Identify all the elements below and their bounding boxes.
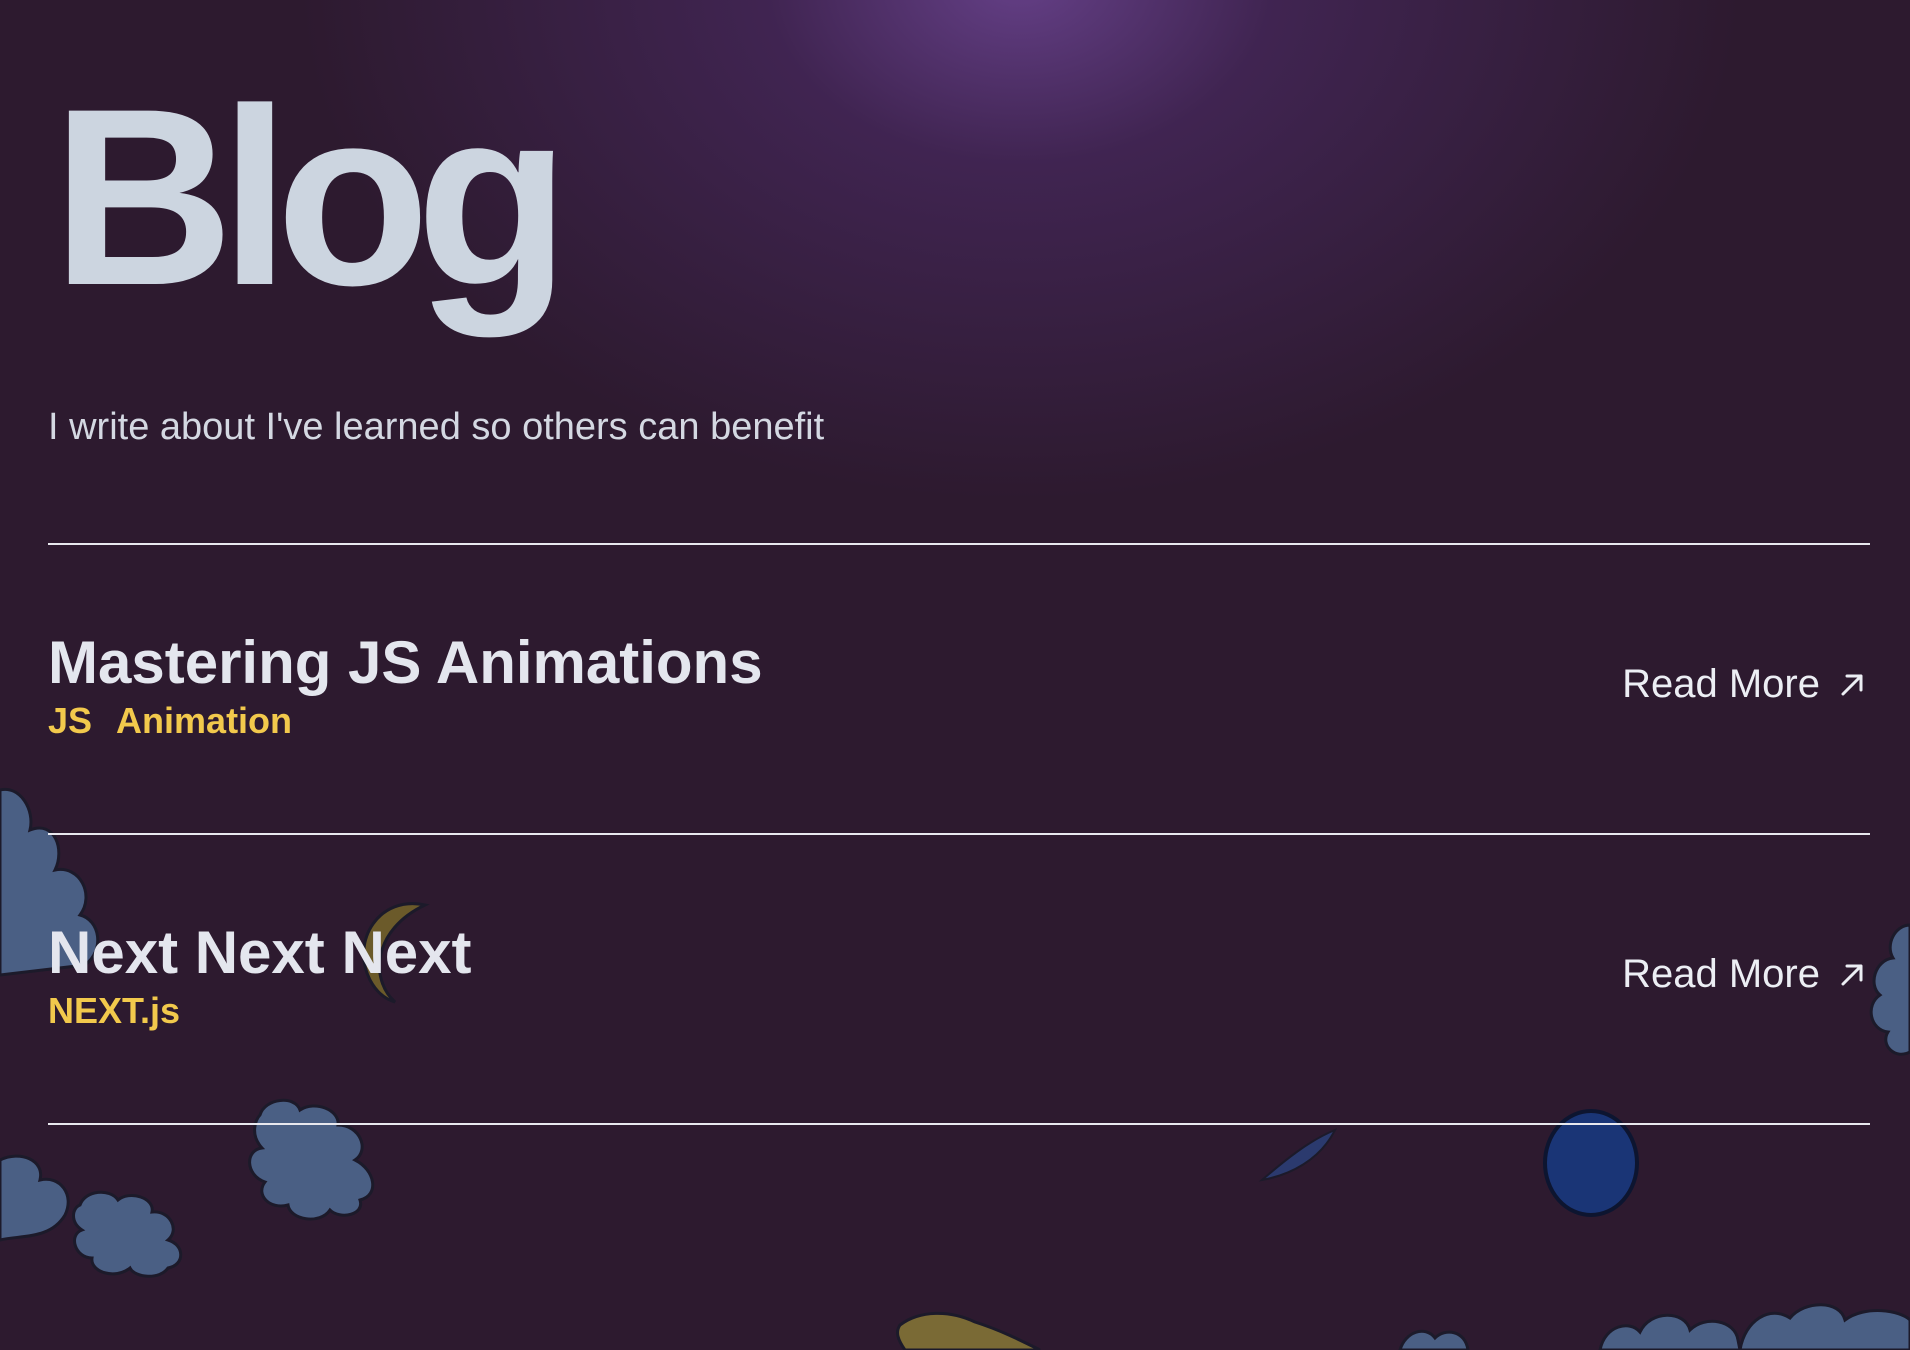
cloud-small-left xyxy=(72,1099,375,1278)
post-tags: NEXT.js xyxy=(48,990,180,1032)
divider xyxy=(48,833,1870,835)
post-title[interactable]: Next Next Next xyxy=(48,918,472,987)
post-tag[interactable]: Animation xyxy=(116,700,292,742)
arrow-up-right-icon xyxy=(1841,674,1863,695)
post-tags: JS Animation xyxy=(48,700,292,742)
read-more-label: Read More xyxy=(1622,952,1820,996)
arrow-up-right-icon xyxy=(1841,964,1863,985)
read-more-link[interactable]: Read More xyxy=(1622,662,1866,707)
page-title: Blog xyxy=(52,57,570,338)
leaf-shape xyxy=(1258,1128,1338,1182)
page-subtitle: I write about I've learned so others can… xyxy=(48,406,825,448)
divider xyxy=(48,543,1870,545)
divider xyxy=(48,1123,1870,1125)
post-tag[interactable]: JS xyxy=(48,700,92,742)
post-tag[interactable]: NEXT.js xyxy=(48,990,180,1032)
read-more-link[interactable]: Read More xyxy=(1622,952,1866,997)
read-more-label: Read More xyxy=(1622,662,1820,706)
balloon-shape xyxy=(1543,1109,1639,1217)
bird-shape xyxy=(896,1311,1041,1350)
post-item[interactable]: Mastering JS Animations JS Animation Rea… xyxy=(48,628,1870,788)
post-title[interactable]: Mastering JS Animations xyxy=(48,628,763,697)
post-item[interactable]: Next Next Next NEXT.js Read More xyxy=(48,918,1870,1078)
